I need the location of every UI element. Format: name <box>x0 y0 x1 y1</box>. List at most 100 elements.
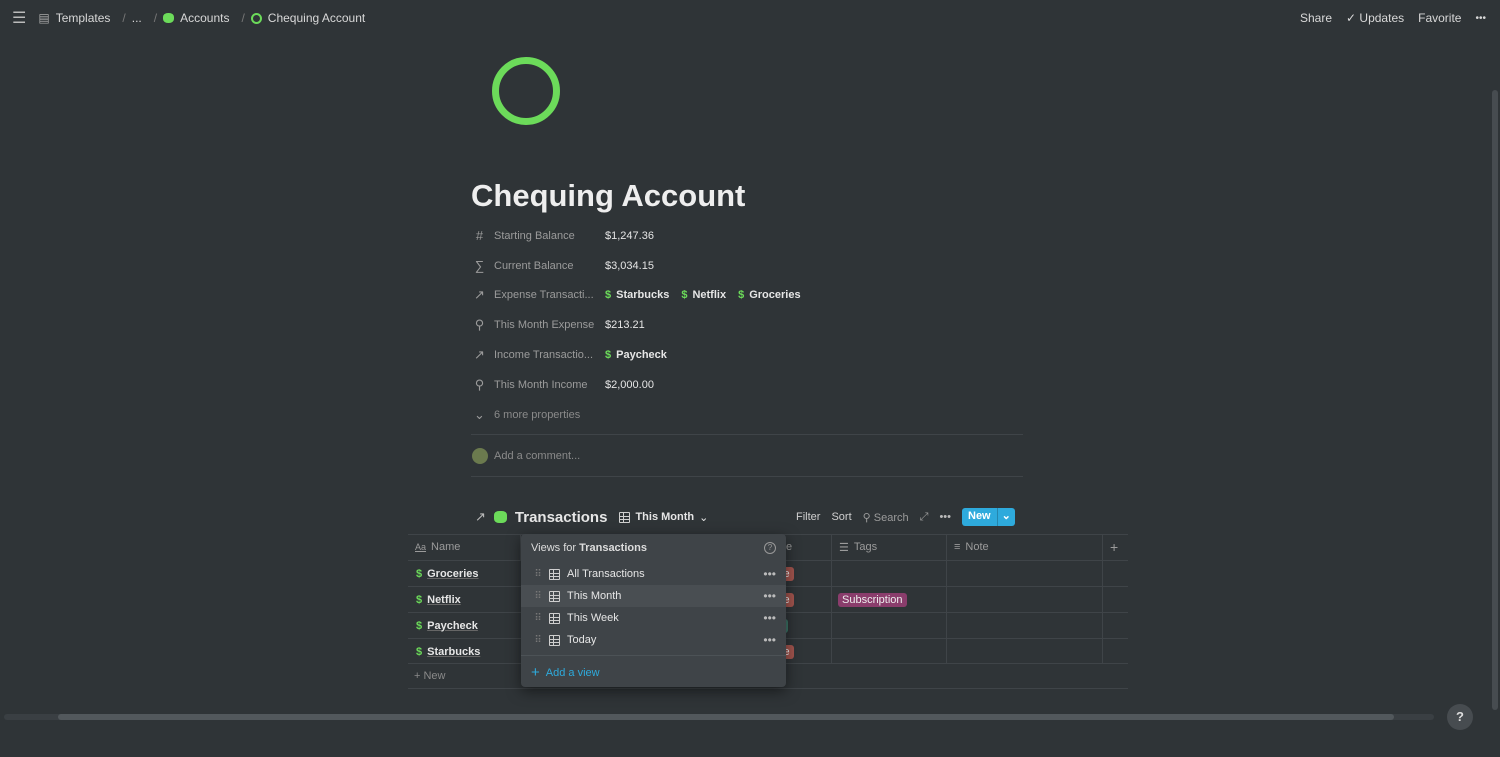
name-cell[interactable]: $ Netflix <box>416 587 461 612</box>
more-icon[interactable]: ••• <box>763 611 776 625</box>
note-cell[interactable] <box>947 587 1103 612</box>
column-header-note[interactable]: ≡ Note <box>947 534 1103 560</box>
favorite-button[interactable]: Favorite <box>1418 11 1461 25</box>
database-toolbar: Filter Sort ⚲ Search ⤢ ••• New ⌄ <box>796 507 1015 527</box>
search-icon: ⚲ <box>474 317 485 333</box>
sort-button[interactable]: Sort <box>831 511 851 523</box>
database-icon <box>493 511 507 523</box>
drag-handle-icon[interactable]: ⠿ <box>527 635 549 646</box>
view-item[interactable]: ⠿ This Week ••• <box>521 607 786 629</box>
database-header: ↗ Transactions This Month ⌄ <box>475 507 708 527</box>
menu-icon[interactable]: ☰ <box>12 8 26 28</box>
more-icon[interactable]: ••• <box>763 633 776 647</box>
more-icon[interactable]: ••• <box>1475 13 1486 24</box>
filter-button[interactable]: Filter <box>796 511 820 523</box>
tags-cell[interactable] <box>838 561 953 586</box>
table-icon <box>549 612 560 624</box>
comment-row[interactable]: Add a comment... <box>472 448 580 464</box>
page-icon[interactable] <box>492 57 560 125</box>
help-button[interactable]: ? <box>1447 704 1473 730</box>
row-name: Netflix <box>427 593 461 606</box>
drag-handle-icon[interactable]: ⠿ <box>527 613 549 624</box>
table-icon <box>549 568 560 580</box>
popup-title-prefix: Views for <box>531 542 580 554</box>
more-icon[interactable]: ••• <box>763 567 776 581</box>
property-label: Starting Balance <box>494 229 575 242</box>
help-icon[interactable]: ? <box>764 542 776 554</box>
scrollbar-thumb[interactable] <box>58 714 1394 720</box>
view-label: This Week <box>567 612 619 624</box>
property-expense-transactions[interactable]: ↗ Expense Transacti... $ Starbucks $ Netfli… <box>473 281 801 311</box>
linked-arrow-icon: ↗ <box>475 509 486 524</box>
properties: # Starting Balance $1,247.36 ∑ Current Bala… <box>473 221 801 430</box>
view-item[interactable]: ⠿ All Transactions ••• <box>521 563 786 585</box>
database-icon <box>163 13 175 23</box>
name-cell[interactable]: $ Paycheck <box>416 613 478 638</box>
view-switcher[interactable]: This Month ⌄ <box>619 511 708 524</box>
property-value: $2,000.00 <box>605 378 654 391</box>
new-dropdown-icon[interactable]: ⌄ <box>996 508 1015 526</box>
drag-handle-icon[interactable]: ⠿ <box>527 569 549 580</box>
property-label: This Month Expense <box>494 319 595 332</box>
breadcrumb-templates[interactable]: Templates <box>56 11 111 25</box>
name-cell[interactable]: $ Groceries <box>416 561 479 586</box>
tags-cell[interactable] <box>838 639 953 664</box>
relation-label: Starbucks <box>616 289 670 302</box>
relation-label: Groceries <box>749 289 801 302</box>
add-column-button[interactable]: + <box>1103 534 1128 560</box>
updates-button[interactable]: ✓ Updates <box>1346 11 1404 25</box>
horizontal-scrollbar[interactable] <box>4 714 1434 720</box>
chevron-down-icon: ⌄ <box>474 406 485 422</box>
property-value: $3,034.15 <box>605 259 654 272</box>
column-header-tags[interactable]: ☰ Tags <box>832 534 947 560</box>
property-current-balance[interactable]: ∑ Current Balance $3,034.15 <box>473 251 801 281</box>
row-name: Groceries <box>427 567 479 580</box>
view-label: This Month <box>635 511 695 523</box>
name-cell[interactable]: $ Starbucks <box>416 639 480 664</box>
avatar <box>472 448 488 464</box>
relation-groceries[interactable]: $ Groceries <box>738 289 801 301</box>
property-this-month-expense[interactable]: ⚲ This Month Expense $213.21 <box>473 310 801 340</box>
more-icon[interactable]: ••• <box>763 589 776 603</box>
dollar-icon: $ <box>416 645 423 658</box>
search-button[interactable]: ⚲ Search <box>863 511 909 524</box>
relation-paycheck[interactable]: $ Paycheck <box>605 349 667 361</box>
breadcrumb-current[interactable]: Chequing Account <box>268 11 365 25</box>
add-view-button[interactable]: + Add a view <box>531 664 600 681</box>
note-cell[interactable] <box>947 561 1103 586</box>
property-income-transactions[interactable]: ↗ Income Transactio... $ Paycheck <box>473 340 801 370</box>
drag-handle-icon[interactable]: ⠿ <box>527 591 549 602</box>
view-item[interactable]: ⠿ Today ••• <box>521 629 786 651</box>
chevron-down-icon: ⌄ <box>699 511 709 524</box>
column-header-name[interactable]: Aa Name <box>408 534 521 560</box>
view-label: Today <box>567 634 597 646</box>
new-button[interactable]: New <box>962 508 997 526</box>
check-icon: ✓ <box>1346 11 1360 25</box>
table-icon <box>619 511 631 523</box>
property-starting-balance[interactable]: # Starting Balance $1,247.36 <box>473 221 801 251</box>
database-title[interactable]: Transactions <box>515 509 608 526</box>
tag-pill: Subscription <box>838 592 907 607</box>
expand-icon[interactable]: ⤢ <box>920 511 929 524</box>
property-this-month-income[interactable]: ⚲ This Month Income $2,000.00 <box>473 370 801 400</box>
breadcrumb-ellipsis[interactable]: ... <box>132 11 142 25</box>
popup-title: Views for Transactions <box>531 542 647 554</box>
page-title[interactable]: Chequing Account <box>471 178 745 214</box>
tags-cell[interactable] <box>838 613 953 638</box>
dollar-icon: $ <box>681 289 688 302</box>
view-item[interactable]: ⠿ This Month ••• <box>521 585 786 607</box>
tags-cell[interactable]: Subscription <box>838 587 953 612</box>
share-button[interactable]: Share <box>1300 11 1332 25</box>
text-lines-icon: ≡ <box>954 541 961 553</box>
note-cell[interactable] <box>947 639 1103 664</box>
column-label: e <box>786 541 793 553</box>
more-icon[interactable]: ••• <box>939 511 951 523</box>
new-row-button[interactable]: + New <box>414 670 446 682</box>
comment-input[interactable]: Add a comment... <box>494 450 580 462</box>
vertical-scrollbar[interactable] <box>1492 90 1498 710</box>
more-properties-toggle[interactable]: ⌄ 6 more properties <box>473 400 801 430</box>
relation-starbucks[interactable]: $ Starbucks <box>605 289 669 301</box>
breadcrumb-accounts[interactable]: Accounts <box>180 11 229 25</box>
note-cell[interactable] <box>947 613 1103 638</box>
relation-netflix[interactable]: $ Netflix <box>681 289 726 301</box>
